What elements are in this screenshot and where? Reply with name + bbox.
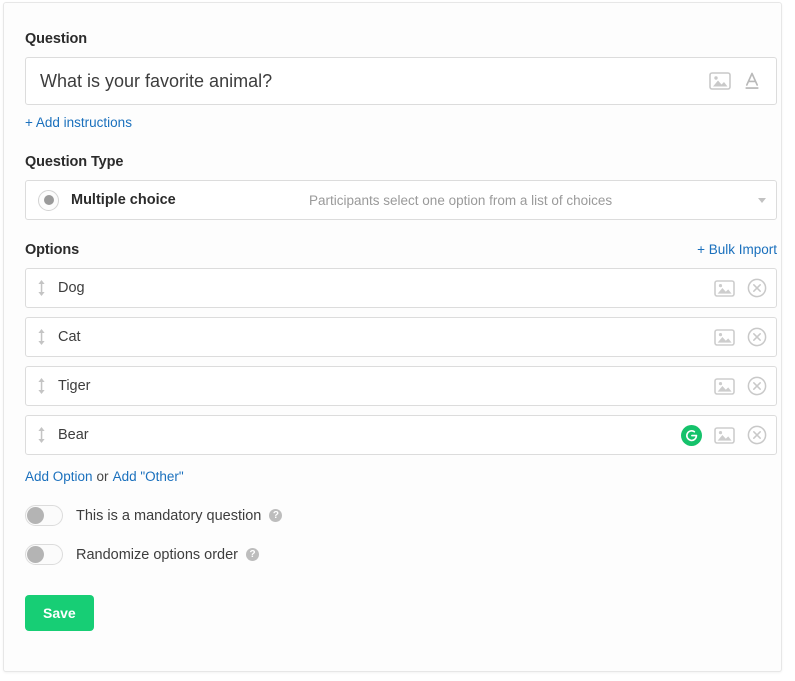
remove-circle-icon[interactable]: [747, 425, 767, 445]
page-root: Question What is your favorite animal?: [0, 0, 795, 681]
mandatory-question-label: This is a mandatory question: [76, 508, 261, 524]
question-editor-card: Question What is your favorite animal?: [3, 2, 782, 672]
option-row[interactable]: Cat: [25, 317, 777, 357]
card-content: Question What is your favorite animal?: [25, 31, 777, 631]
drag-handle-icon[interactable]: [36, 377, 47, 395]
drag-handle-icon[interactable]: [36, 279, 47, 297]
randomize-options-label: Randomize options order: [76, 547, 238, 563]
option-row-actions: [714, 327, 767, 347]
text-format-icon[interactable]: [742, 71, 762, 91]
option-row[interactable]: Tiger: [25, 366, 777, 406]
add-option-row: Add Option or Add "Other": [25, 469, 777, 485]
option-input-value: Tiger: [58, 378, 714, 394]
question-type-name: Multiple choice: [71, 192, 176, 208]
chevron-down-icon[interactable]: [758, 198, 766, 203]
bulk-import-link[interactable]: + Bulk Import: [697, 242, 777, 258]
option-row-actions: [714, 376, 767, 396]
image-icon[interactable]: [714, 280, 735, 297]
toggle-knob: [27, 546, 44, 563]
question-input-value: What is your favorite animal?: [40, 70, 709, 92]
radio-dot: [44, 195, 54, 205]
add-instructions-link[interactable]: + Add instructions: [25, 115, 132, 131]
options-list: Dog: [25, 268, 777, 455]
remove-circle-icon[interactable]: [747, 327, 767, 347]
options-section-label: Options: [25, 242, 79, 259]
mandatory-question-row: This is a mandatory question ?: [25, 505, 777, 526]
help-icon[interactable]: ?: [246, 548, 259, 561]
question-type-select[interactable]: Multiple choice Participants select one …: [25, 180, 777, 220]
options-header: Options + Bulk Import: [25, 242, 777, 259]
question-type-section-label: Question Type: [25, 154, 777, 171]
remove-circle-icon[interactable]: [747, 278, 767, 298]
image-icon[interactable]: [709, 72, 731, 90]
option-input-value: Cat: [58, 329, 714, 345]
question-input-actions: [709, 71, 768, 91]
add-other-link[interactable]: Add "Other": [113, 469, 184, 484]
question-input[interactable]: What is your favorite animal?: [25, 57, 777, 105]
help-icon[interactable]: ?: [269, 509, 282, 522]
option-row-actions: [681, 425, 767, 446]
radio-selected-icon: [38, 190, 59, 211]
drag-handle-icon[interactable]: [36, 426, 47, 444]
grammarly-icon[interactable]: [681, 425, 702, 446]
toggle-knob: [27, 507, 44, 524]
question-type-description: Participants select one option from a li…: [309, 193, 612, 208]
option-row[interactable]: Bear: [25, 415, 777, 455]
add-option-separator: or: [97, 469, 109, 484]
question-section-label: Question: [25, 31, 777, 48]
question-row: What is your favorite animal?: [25, 57, 777, 105]
image-icon[interactable]: [714, 378, 735, 395]
option-row-actions: [714, 278, 767, 298]
mandatory-question-toggle[interactable]: [25, 505, 63, 526]
remove-circle-icon[interactable]: [747, 376, 767, 396]
image-icon[interactable]: [714, 329, 735, 346]
image-icon[interactable]: [714, 427, 735, 444]
option-input-value: Dog: [58, 280, 714, 296]
save-button[interactable]: Save: [25, 595, 94, 631]
option-row[interactable]: Dog: [25, 268, 777, 308]
drag-handle-icon[interactable]: [36, 328, 47, 346]
randomize-options-row: Randomize options order ?: [25, 544, 777, 565]
randomize-options-toggle[interactable]: [25, 544, 63, 565]
option-input-value: Bear: [58, 427, 681, 443]
add-option-link[interactable]: Add Option: [25, 469, 93, 484]
